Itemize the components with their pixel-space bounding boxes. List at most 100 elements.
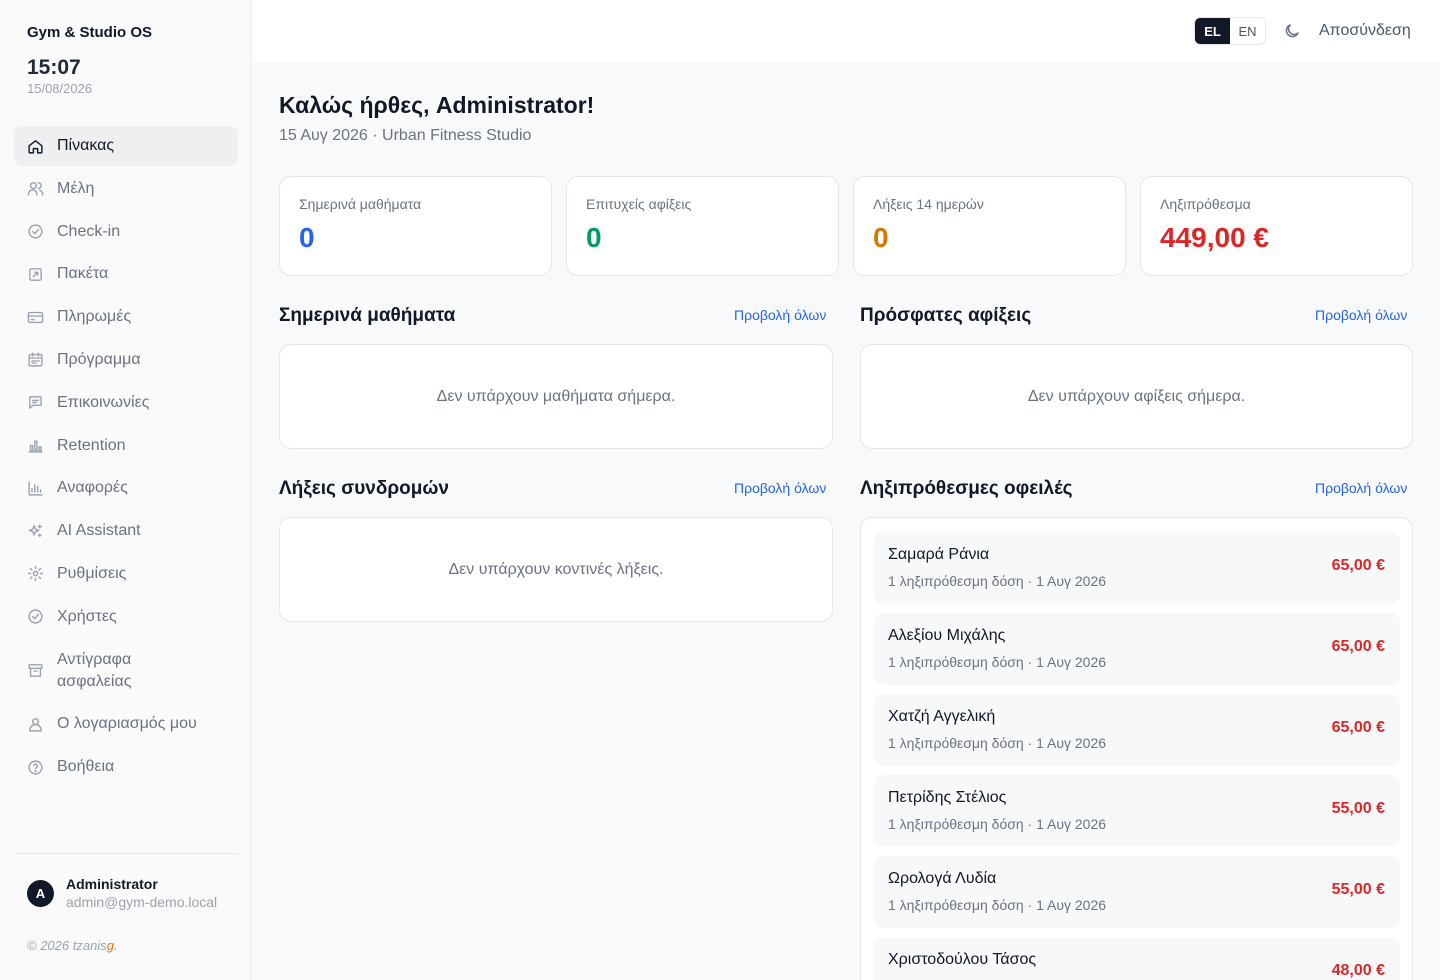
- debt-amount: 65,00 €: [1331, 638, 1385, 655]
- sidebar-item-label: Επικοινωνίες: [57, 393, 150, 411]
- sidebar-item-payments[interactable]: Πληρωμές: [14, 297, 238, 337]
- sidebar-item-label: Πακέτα: [57, 265, 109, 283]
- clock-time: 15:07: [27, 56, 81, 79]
- sidebar-item-label: Χρήστες: [57, 607, 117, 625]
- sidebar-item-label: Αντίγραφα ασφαλείας: [57, 650, 132, 690]
- debt-amount: 65,00 €: [1331, 719, 1385, 736]
- empty-expirations: Δεν υπάρχουν κοντινές λήξεις.: [279, 517, 833, 622]
- home-icon: [27, 138, 44, 155]
- view-all-expirations-link[interactable]: Προβολή όλων: [734, 480, 826, 496]
- stat-card-today-classes: Σημερινά μαθήματα 0: [279, 176, 552, 276]
- archive-icon: [27, 662, 44, 679]
- sidebar-item-settings[interactable]: Ρυθμίσεις: [14, 554, 238, 594]
- current-user[interactable]: A Administrator admin@gym-demo.local: [27, 876, 217, 910]
- package-icon: [27, 266, 44, 283]
- section-title-expirations: Λήξεις συνδρομών: [279, 478, 449, 499]
- list-item[interactable]: Ωρολογά Λυδία 1 ληξιπρόθεσμη δόση · 1 Αυ…: [874, 856, 1400, 928]
- lang-el-button[interactable]: EL: [1195, 18, 1230, 44]
- stat-label: Σημερινά μαθήματα: [299, 196, 422, 212]
- section-title-overdue: Ληξιπρόθεσμες οφειλές: [860, 478, 1073, 499]
- sidebar-item-label: Ο λογαριασμός μου: [57, 715, 197, 733]
- sidebar-item-schedule[interactable]: Πρόγραμμα: [14, 340, 238, 380]
- debt-amount: 48,00 €: [1331, 962, 1385, 979]
- debt-detail: 1 ληξιπρόθεσμη δόση · 1 Αυγ 2026: [888, 816, 1107, 832]
- sidebar-item-label: Αναφορές: [57, 479, 128, 497]
- section-title-classes: Σημερινά μαθήματα: [279, 305, 456, 326]
- sidebar-item-label: Μέλη: [57, 179, 95, 197]
- debt-amount: 65,00 €: [1331, 557, 1385, 574]
- sidebar-item-label: Πρόγραμμα: [57, 350, 141, 368]
- avatar: A: [27, 879, 54, 907]
- stat-value: 0: [299, 222, 315, 253]
- stat-value: 0: [873, 222, 889, 253]
- page-subtitle: 15 Αυγ 2026 · Urban Fitness Studio: [279, 127, 532, 144]
- user-name: Administrator: [66, 876, 158, 892]
- view-all-classes-link[interactable]: Προβολή όλων: [734, 307, 826, 323]
- stat-label: Λήξεις 14 ημερών: [873, 196, 984, 212]
- help-icon: [27, 759, 44, 776]
- sidebar-divider: [14, 853, 238, 854]
- view-all-arrivals-link[interactable]: Προβολή όλων: [1315, 307, 1407, 323]
- credit-card-icon: [27, 309, 44, 326]
- view-all-overdue-link[interactable]: Προβολή όλων: [1315, 480, 1407, 496]
- sidebar-item-my-account[interactable]: Ο λογαριασμός μου: [14, 704, 238, 744]
- debt-detail: 1 ληξιπρόθεσμη δόση · 1 Αυγ 2026: [888, 897, 1107, 913]
- debt-detail: 1 ληξιπρόθεσμη δόση · 1 Αυγ 2026: [888, 654, 1107, 670]
- logout-button[interactable]: Αποσύνδεση: [1319, 22, 1411, 40]
- sidebar-item-members[interactable]: Μέλη: [14, 169, 238, 209]
- check-circle-icon: [27, 223, 44, 240]
- debt-detail: 1 ληξιπρόθεσμη δόση · 1 Αυγ 2026: [888, 735, 1107, 751]
- list-item[interactable]: Αλεξίου Μιχάλης 1 ληξιπρόθεσμη δόση · 1 …: [874, 613, 1400, 685]
- stat-card-overdue: Ληξιπρόθεσμα 449,00 €: [1140, 176, 1413, 276]
- stat-label: Επιτυχείς αφίξεις: [586, 196, 692, 212]
- sparkle-icon: [27, 523, 44, 540]
- sidebar-item-dashboard[interactable]: Πίνακας: [14, 126, 238, 166]
- debtor-name: Ωρολογά Λυδία: [888, 870, 997, 887]
- sidebar-item-help[interactable]: Βοήθεια: [14, 747, 238, 787]
- section-title-arrivals: Πρόσφατες αφίξεις: [860, 305, 1032, 326]
- debt-amount: 55,00 €: [1331, 881, 1385, 898]
- moon-icon[interactable]: [1283, 22, 1301, 40]
- debtor-name: Χριστοδούλου Τάσος: [888, 951, 1037, 968]
- empty-arrivals: Δεν υπάρχουν αφίξεις σήμερα.: [860, 344, 1413, 449]
- debtor-name: Σαμαρά Ράνια: [888, 546, 990, 563]
- list-item[interactable]: Χατζή Αγγελική 1 ληξιπρόθεσμη δόση · 1 Α…: [874, 694, 1400, 766]
- sidebar-item-label: Πίνακας: [57, 137, 115, 154]
- sidebar-item-label: Retention: [57, 436, 126, 454]
- debt-detail: 1 ληξιπρόθεσμη δόση · 1 Αυγ 2026: [888, 573, 1107, 589]
- list-item[interactable]: Χριστοδούλου Τάσος 48,00 €: [874, 937, 1400, 980]
- sidebar-item-packages[interactable]: Πακέτα: [14, 254, 238, 294]
- debtor-name: Χατζή Αγγελική: [888, 708, 996, 725]
- user-icon: [27, 716, 44, 733]
- sidebar-item-label: Check-in: [57, 222, 121, 240]
- language-switcher: EL EN: [1194, 17, 1266, 45]
- empty-classes: Δεν υπάρχουν μαθήματα σήμερα.: [279, 344, 833, 449]
- app-title: Gym & Studio OS: [27, 24, 153, 41]
- overdue-list: Σαμαρά Ράνια 1 ληξιπρόθεσμη δόση · 1 Αυγ…: [860, 517, 1413, 980]
- debt-amount: 55,00 €: [1331, 800, 1385, 817]
- copyright: © 2026 tzanisg.: [27, 938, 118, 953]
- stat-label: Ληξιπρόθεσμα: [1160, 196, 1251, 212]
- sidebar-item-label: Ρυθμίσεις: [57, 564, 127, 582]
- stat-value: 0: [586, 222, 602, 253]
- sidebar-item-backups[interactable]: Αντίγραφα ασφαλείας: [14, 640, 238, 702]
- page-title: Καλώς ήρθες, Administrator!: [279, 92, 595, 118]
- sidebar-item-reports[interactable]: Αναφορές: [14, 468, 238, 508]
- sidebar-item-label: Πληρωμές: [57, 308, 132, 326]
- list-item[interactable]: Πετρίδης Στέλιος 1 ληξιπρόθεσμη δόση · 1…: [874, 775, 1400, 847]
- sidebar-item-retention[interactable]: Retention: [14, 426, 238, 466]
- sidebar-item-checkin[interactable]: Check-in: [14, 212, 238, 252]
- lang-en-button[interactable]: EN: [1230, 18, 1265, 44]
- sidebar-item-label: AI Assistant: [57, 522, 141, 540]
- list-item[interactable]: Σαμαρά Ράνια 1 ληξιπρόθεσμη δόση · 1 Αυγ…: [874, 532, 1400, 604]
- users-icon: [27, 180, 44, 197]
- topbar: EL EN Αποσύνδεση: [252, 0, 1440, 62]
- sidebar-item-ai-assistant[interactable]: AI Assistant: [14, 511, 238, 551]
- debtor-name: Πετρίδης Στέλιος: [888, 789, 1007, 806]
- user-check-icon: [27, 608, 44, 625]
- gear-icon: [27, 565, 44, 582]
- stat-card-arrivals: Επιτυχείς αφίξεις 0: [566, 176, 839, 276]
- sidebar-item-communications[interactable]: Επικοινωνίες: [14, 383, 238, 423]
- sidebar-nav: Πίνακας Μέλη Check-in Πακέτα Πληρωμές Πρ…: [14, 126, 238, 790]
- sidebar-item-users[interactable]: Χρήστες: [14, 597, 238, 637]
